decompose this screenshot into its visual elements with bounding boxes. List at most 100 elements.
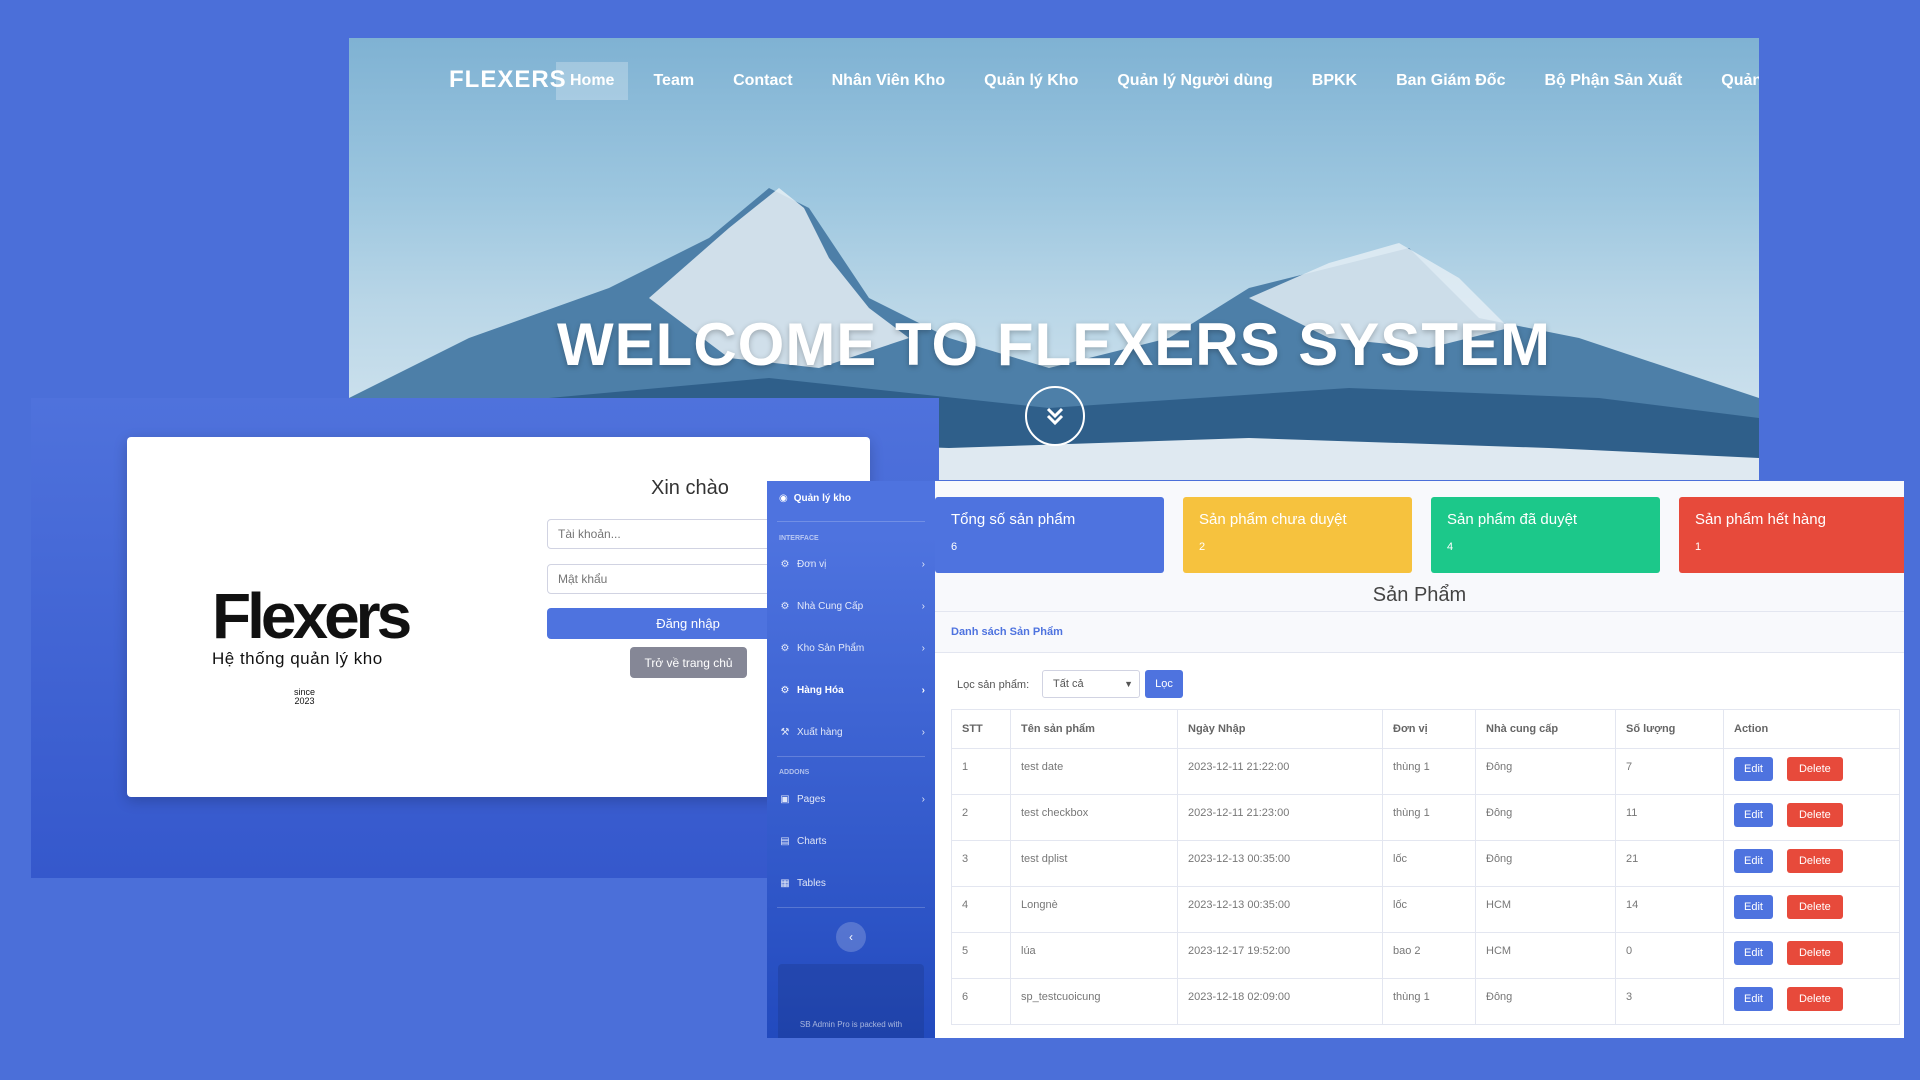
cell-name: test date: [1010, 748, 1178, 795]
since-year: 2023: [294, 696, 315, 706]
cell-quantity: 3: [1615, 978, 1724, 1025]
chevron-left-icon: ‹: [849, 930, 853, 944]
cell-date: 2023-12-11 21:22:00: [1177, 748, 1383, 795]
delete-button[interactable]: Delete: [1786, 987, 1843, 1011]
sidebar-item-don-vi[interactable]: ⚙ Đơn vị ›: [779, 559, 925, 570]
table-row: 4 Longnè 2023-12-13 00:35:00 lốc HCM 14 …: [951, 886, 1900, 933]
filter-label: Lọc sản phẩm:: [957, 679, 1030, 691]
delete-button[interactable]: Delete: [1786, 803, 1843, 827]
cell-name: Longnè: [1010, 886, 1178, 933]
sidebar-heading-interface: INTERFACE: [779, 535, 819, 542]
sidebar-item-hang-hoa[interactable]: ⚙ Hàng Hóa ›: [779, 685, 925, 696]
cell-name: test dplist: [1010, 840, 1178, 887]
brand-logo[interactable]: FLEXERS: [449, 66, 567, 94]
edit-button[interactable]: Edit: [1734, 803, 1773, 827]
table-row: 1 test date 2023-12-11 21:22:00 thùng 1 …: [951, 748, 1900, 795]
stat-card-value: 1: [1695, 541, 1702, 553]
chevron-right-icon: ›: [921, 794, 925, 805]
cell-unit: lốc: [1382, 840, 1476, 887]
sidebar-item-tables[interactable]: ▦ Tables: [779, 878, 925, 889]
wrench-icon: ⚒: [780, 727, 790, 738]
edit-button[interactable]: Edit: [1734, 895, 1773, 919]
cell-action: Edit Delete: [1723, 886, 1900, 933]
scroll-down-button[interactable]: [1025, 386, 1085, 446]
chevron-right-icon: ›: [921, 601, 925, 612]
cell-supplier: HCM: [1475, 886, 1616, 933]
nav-home[interactable]: Home: [556, 62, 629, 100]
delete-button[interactable]: Delete: [1786, 849, 1843, 873]
delete-button[interactable]: Delete: [1786, 941, 1843, 965]
nav-quan-ly-nguyen[interactable]: Quản Lý Nguy: [1707, 62, 1759, 100]
cell-name: test checkbox: [1010, 794, 1178, 841]
sidebar-toggle-button[interactable]: ‹: [836, 922, 866, 952]
delete-button[interactable]: Delete: [1786, 757, 1843, 781]
sidebar-item-label: Pages: [797, 794, 826, 805]
chevron-right-icon: ›: [921, 559, 925, 570]
column-header: Đơn vị: [1382, 709, 1476, 749]
edit-button[interactable]: Edit: [1734, 941, 1773, 965]
sidebar-heading-addons: ADDONS: [779, 769, 810, 776]
column-header: Số lượng: [1615, 709, 1724, 749]
column-header: Ngày Nhập: [1177, 709, 1383, 749]
nav-nhan-vien-kho[interactable]: Nhân Viên Kho: [818, 62, 960, 100]
nav-contact[interactable]: Contact: [719, 62, 807, 100]
nav-bpkk[interactable]: BPKK: [1298, 62, 1371, 100]
cell-supplier: Đông: [1475, 748, 1616, 795]
stat-card-title: Sản phẩm chưa duyệt: [1199, 511, 1347, 528]
sidebar-item-pages[interactable]: ▣ Pages ›: [779, 794, 925, 805]
table-icon: ▦: [780, 878, 790, 889]
sidebar-item-charts[interactable]: ▤ Charts: [779, 836, 925, 847]
stat-card-total: Tổng số sản phẩm 6: [935, 497, 1164, 573]
column-header: STT: [951, 709, 1011, 749]
cell-unit: thùng 1: [1382, 978, 1476, 1025]
cell-supplier: Đông: [1475, 840, 1616, 887]
flexers-logo: Flexers: [212, 580, 412, 652]
panel-title: Danh sách Sản Phẩm: [935, 612, 1904, 653]
nav-team[interactable]: Team: [639, 62, 708, 100]
cell-unit: thùng 1: [1382, 794, 1476, 841]
cell-action: Edit Delete: [1723, 794, 1900, 841]
logo-since: since 2023: [294, 688, 315, 706]
nav-quan-ly-kho[interactable]: Quản lý Kho: [970, 62, 1092, 100]
cell-supplier: Đông: [1475, 978, 1616, 1025]
sidebar-brand[interactable]: ◉ Quản lý kho: [779, 493, 851, 504]
edit-button[interactable]: Edit: [1734, 849, 1773, 873]
sidebar-item-nha-cung-cap[interactable]: ⚙ Nhà Cung Cấp ›: [779, 601, 925, 612]
cell-unit: bao 2: [1382, 932, 1476, 979]
cell-date: 2023-12-18 02:09:00: [1177, 978, 1383, 1025]
sidebar-item-xuat-hang[interactable]: ⚒ Xuất hàng ›: [779, 727, 925, 738]
edit-button[interactable]: Edit: [1734, 987, 1773, 1011]
table-row: 2 test checkbox 2023-12-11 21:23:00 thùn…: [951, 794, 1900, 841]
edit-button[interactable]: Edit: [1734, 757, 1773, 781]
delete-button[interactable]: Delete: [1786, 895, 1843, 919]
nav-ban-giam-doc[interactable]: Ban Giám Đốc: [1382, 62, 1519, 100]
product-list-panel: Danh sách Sản Phẩm Lọc sản phẩm: Tất cả …: [935, 611, 1904, 1038]
chevron-right-icon: ›: [921, 643, 925, 654]
cell-date: 2023-12-13 00:35:00: [1177, 886, 1383, 933]
stat-card-value: 2: [1199, 541, 1206, 553]
stat-card-pending: Sản phẩm chưa duyệt 2: [1183, 497, 1412, 573]
cell-unit: thùng 1: [1382, 748, 1476, 795]
cell-action: Edit Delete: [1723, 840, 1900, 887]
sidebar-divider: [777, 521, 925, 522]
nav-quan-ly-nguoi-dung[interactable]: Quản lý Người dùng: [1103, 62, 1286, 100]
nav-bo-phan-san-xuat[interactable]: Bộ Phận Sản Xuất: [1530, 62, 1696, 100]
sidebar-promo: SB Admin Pro is packed with: [778, 964, 924, 1038]
stat-card-out-of-stock: Sản phẩm hết hàng 1: [1679, 497, 1904, 573]
login-title: Xin chào: [651, 477, 729, 499]
filter-button[interactable]: Lọc: [1145, 670, 1183, 698]
back-home-button[interactable]: Trở về trang chủ: [630, 647, 747, 678]
cell-quantity: 0: [1615, 932, 1724, 979]
sidebar-divider: [777, 907, 925, 908]
sidebar-item-label: Tables: [797, 878, 826, 889]
sidebar-item-kho-san-pham[interactable]: ⚙ Kho Sản Phẩm ›: [779, 643, 925, 654]
cell-unit: lốc: [1382, 886, 1476, 933]
cell-supplier: Đông: [1475, 794, 1616, 841]
dashboard-icon: ◉: [779, 493, 788, 504]
cell-stt: 3: [951, 840, 1011, 887]
hero-title: WELCOME TO FLEXERS SYSTEM: [557, 311, 1551, 378]
stat-card-value: 6: [951, 541, 958, 553]
filter-select[interactable]: Tất cả ▼: [1042, 670, 1140, 698]
column-header: Tên sản phẩm: [1010, 709, 1178, 749]
gear-icon: ⚙: [780, 685, 790, 696]
